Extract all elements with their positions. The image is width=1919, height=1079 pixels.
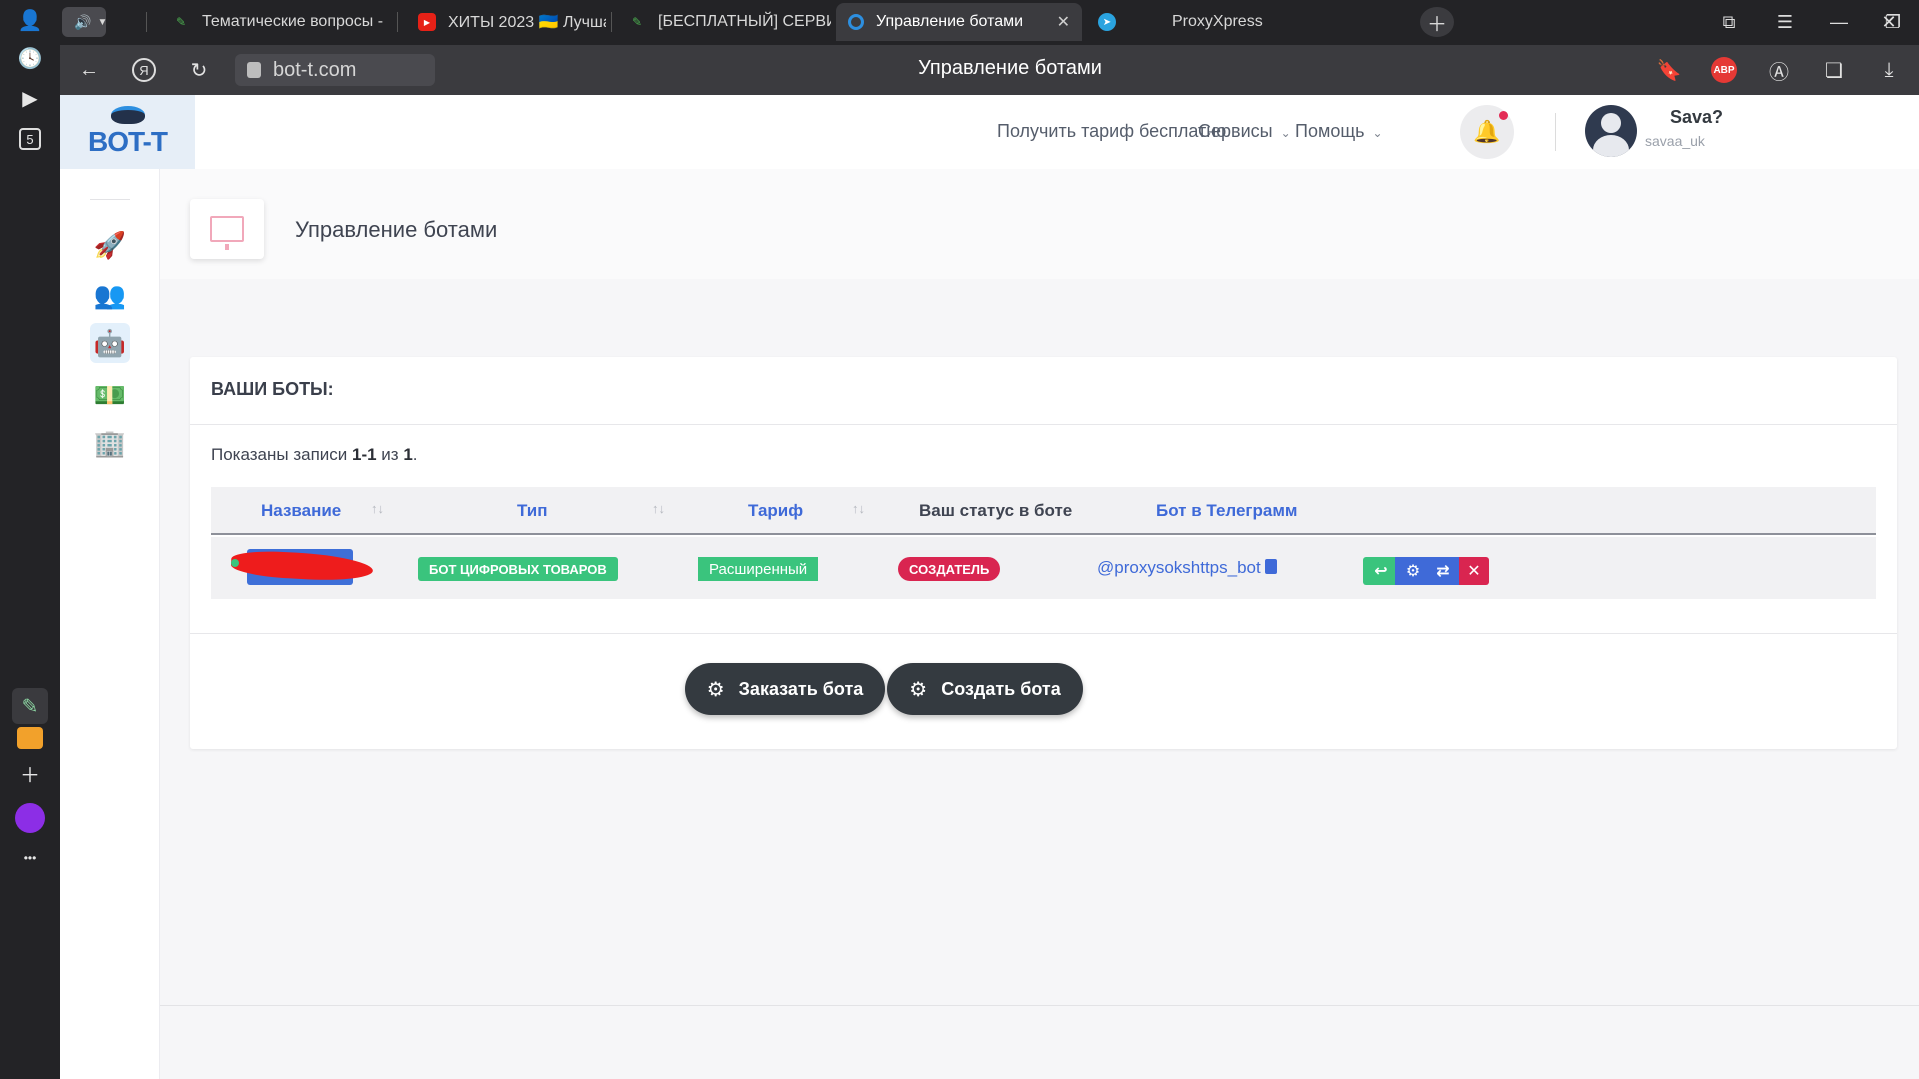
bookmark-icon[interactable]: 🔖 xyxy=(1652,53,1686,87)
yandex-icon[interactable]: Я xyxy=(127,53,161,87)
add-panel-icon[interactable]: ＋ xyxy=(12,755,48,791)
reply-arrow-icon: ↩ xyxy=(1374,563,1388,580)
profile-icon[interactable]: 👤 xyxy=(12,2,48,38)
notifications-button[interactable]: 🔔 xyxy=(1460,105,1514,159)
chevron-down-icon: ⌄ xyxy=(1372,126,1383,140)
site-sidebar: 🚀 👥 🤖 💵 🏢 xyxy=(60,95,160,1079)
browser-sidebar: 👤 🕓 ▶ 5 ✎ ＋ ••• xyxy=(0,0,60,1079)
app-green-icon[interactable]: ✎ xyxy=(12,688,48,724)
notification-dot xyxy=(1499,111,1508,120)
telegram-bot-link[interactable]: @proxysokshttps_bot xyxy=(1097,558,1277,578)
sound-tab-button[interactable]: 🔊 ▼ xyxy=(62,7,106,37)
open-bot-button[interactable]: ↩ xyxy=(1363,557,1399,585)
settings-bot-button[interactable]: ⚙ xyxy=(1395,557,1431,585)
table-row: БОТ ЦИФРОВЫХ ТОВАРОВ Расширенный СОЗДАТЕ… xyxy=(211,537,1876,599)
adblock-icon[interactable]: ABP xyxy=(1707,53,1741,87)
page-title: Управление ботами xyxy=(295,217,498,242)
back-icon[interactable]: ← xyxy=(72,53,106,87)
money-icon[interactable]: 💵 xyxy=(90,375,130,415)
site-topbar: Получить тариф бесплатно Сервисы ⌄ Помощь… xyxy=(195,95,1919,169)
sort-icon[interactable]: ↑↓ xyxy=(652,501,665,516)
monitor-icon xyxy=(210,216,244,250)
bott-favicon-icon xyxy=(848,14,864,30)
help-menu[interactable]: Помощь ⌄ xyxy=(1295,121,1383,142)
counter-badge-icon[interactable]: 5 xyxy=(12,121,48,157)
column-tariff-header[interactable]: Тариф xyxy=(748,501,803,521)
tab-free-service[interactable]: ✎ [БЕСПЛАТНЫЙ] СЕРВИС Д xyxy=(616,3,831,41)
download-icon[interactable]: ⤓ xyxy=(1872,53,1906,87)
column-type-header[interactable]: Тип xyxy=(517,501,547,521)
logo-mark-icon xyxy=(110,106,145,124)
column-name-header[interactable]: Название xyxy=(261,501,341,521)
tab-proxyxpress[interactable]: ➤ ProxyXpress xyxy=(1086,3,1326,41)
video-icon[interactable]: ▶ xyxy=(12,80,48,116)
minimize-icon[interactable]: — xyxy=(1816,0,1862,45)
page: 🚀 👥 🤖 💵 🏢 BOT-T Получить тариф бесплатно… xyxy=(60,95,1919,1079)
mail-icon[interactable] xyxy=(12,720,48,756)
gear-icon: ⚙ xyxy=(706,678,725,701)
site-logo[interactable]: BOT-T xyxy=(60,95,195,169)
translate-icon[interactable]: Ⓐ xyxy=(1762,53,1796,87)
gear-icon: ⚙ xyxy=(1405,563,1421,580)
free-tariff-link[interactable]: Получить тариф бесплатно xyxy=(997,121,1226,142)
forum-favicon-icon: ✎ xyxy=(631,15,643,29)
building-icon[interactable]: 🏢 xyxy=(90,423,130,463)
alice-assistant-icon[interactable] xyxy=(12,800,48,836)
tab-strip: 🔊 ▼ ✎ Тематические вопросы - ▶ ХИТЫ 2023… xyxy=(60,0,1919,45)
bell-icon: 🔔 xyxy=(1473,119,1501,144)
type-badge: БОТ ЦИФРОВЫХ ТОВАРОВ xyxy=(418,557,618,581)
url-field[interactable]: bot-t.com xyxy=(235,54,435,86)
tabs-panel-icon[interactable]: ⧉ xyxy=(1706,0,1752,45)
transfer-bot-button[interactable]: ⇄ xyxy=(1427,557,1459,585)
users-icon[interactable]: 👥 xyxy=(90,275,130,315)
avatar[interactable] xyxy=(1585,105,1637,157)
bots-card: ВАШИ БОТЫ: Показаны записи 1-1 из 1. Наз… xyxy=(190,357,1897,749)
more-icon[interactable]: ••• xyxy=(12,840,48,876)
sort-icon[interactable]: ↑↓ xyxy=(371,501,384,516)
user-login: savaa_uk xyxy=(1645,133,1705,149)
close-window-icon[interactable]: ✕ xyxy=(1866,0,1912,45)
close-icon[interactable]: ✕ xyxy=(1047,12,1070,32)
address-page-title: Управление ботами xyxy=(918,57,1102,79)
rocket-icon[interactable]: 🚀 xyxy=(90,225,130,265)
close-icon: ✕ xyxy=(1467,563,1481,580)
new-tab-button[interactable]: ＋ xyxy=(1420,7,1454,37)
history-icon[interactable]: 🕓 xyxy=(12,40,48,76)
order-bot-button[interactable]: ⚙ Заказать бота xyxy=(685,663,885,715)
robot-icon[interactable]: 🤖 xyxy=(90,323,130,363)
youtube-favicon-icon: ▶ xyxy=(418,13,436,31)
create-bot-button[interactable]: ⚙ Создать бота xyxy=(887,663,1083,715)
address-bar: ← Я ↻ bot-t.com Управление ботами 🔖 ABP … xyxy=(60,45,1919,95)
tariff-badge: Расширенный xyxy=(698,557,819,581)
services-menu[interactable]: Сервисы ⌄ xyxy=(1198,121,1291,142)
speaker-icon: 🔊 xyxy=(74,13,92,30)
sort-icon[interactable]: ↑↓ xyxy=(852,501,865,516)
menu-icon[interactable]: ☰ xyxy=(1762,0,1808,45)
column-telegram-header: Бот в Телеграмм xyxy=(1156,501,1298,520)
delete-bot-button[interactable]: ✕ xyxy=(1459,557,1489,585)
copy-icon[interactable] xyxy=(1264,559,1277,574)
repeat-icon: ⇄ xyxy=(1436,563,1450,580)
telegram-favicon-icon: ➤ xyxy=(1098,13,1116,31)
forum-favicon-icon: ✎ xyxy=(175,15,187,29)
card-title: ВАШИ БОТЫ: xyxy=(211,379,334,399)
plus-icon: ＋ xyxy=(1427,13,1447,36)
status-badge: СОЗДАТЕЛЬ xyxy=(898,557,1001,581)
records-summary: Показаны записи 1-1 из 1. xyxy=(211,445,418,464)
tab-hits-2023[interactable]: ▶ ХИТЫ 2023 🇺🇦 Лучша 🔊 ✕ xyxy=(406,3,606,41)
chevron-down-icon: ⌄ xyxy=(1280,126,1291,140)
collections-icon[interactable]: ❏ xyxy=(1817,53,1851,87)
tab-bot-management[interactable]: Управление ботами ✕ xyxy=(836,3,1082,41)
lock-icon xyxy=(247,62,261,78)
tab-thematic-questions[interactable]: ✎ Тематические вопросы - xyxy=(160,3,392,41)
table-header: Название ↑↓ Тип ↑↓ Тариф ↑↓ Ваш статус в… xyxy=(211,487,1876,535)
reload-icon[interactable]: ↻ xyxy=(182,53,216,87)
page-header-icon-box xyxy=(190,199,264,259)
chevron-down-icon: ▼ xyxy=(97,16,106,28)
column-status-header: Ваш статус в боте xyxy=(919,501,1073,520)
gear-icon: ⚙ xyxy=(909,678,928,701)
user-name[interactable]: Sava? xyxy=(1670,107,1723,128)
